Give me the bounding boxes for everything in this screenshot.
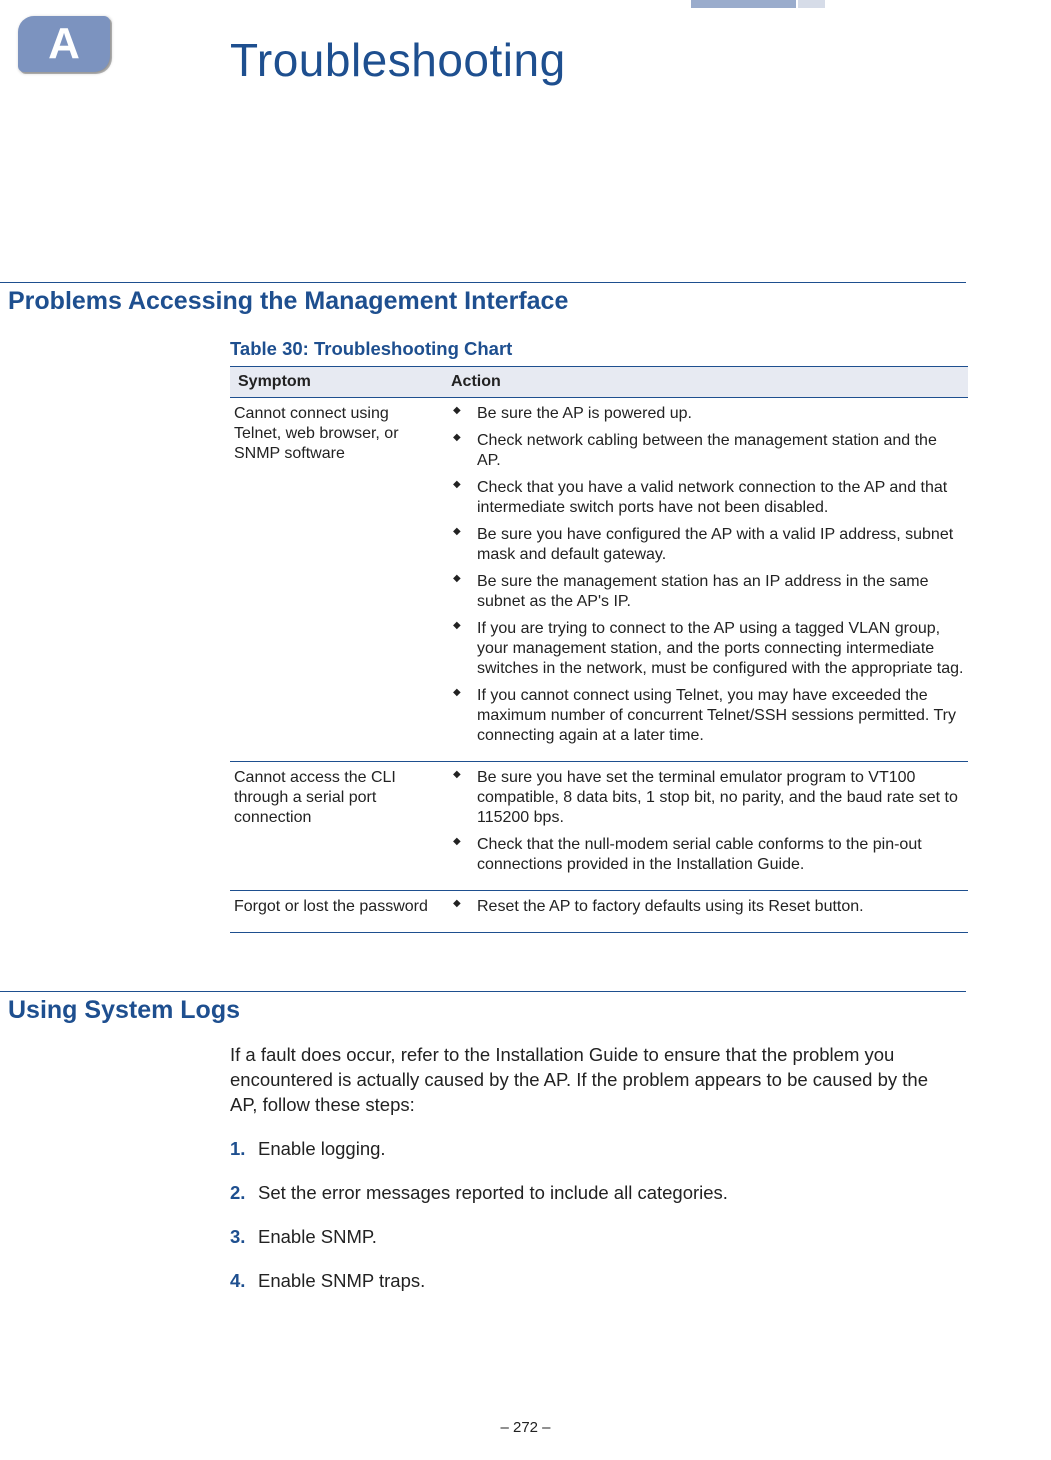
action-item: Be sure you have configured the AP with …: [447, 525, 964, 565]
symptom-cell: Cannot access the CLI through a serial p…: [230, 762, 443, 891]
action-item: Be sure you have set the terminal emulat…: [447, 768, 964, 828]
action-cell: Reset the AP to factory defaults using i…: [443, 891, 968, 933]
section-heading: Problems Accessing the Management Interf…: [8, 287, 966, 316]
action-item: Check network cabling between the manage…: [447, 431, 964, 471]
section-divider: [0, 282, 966, 283]
page-footer: – 272 –: [0, 1419, 1051, 1436]
body-column: If a fault does occur, refer to the Inst…: [230, 1043, 950, 1292]
action-cell: Be sure the AP is powered up. Check netw…: [443, 398, 968, 762]
action-item: If you cannot connect using Telnet, you …: [447, 686, 964, 746]
table-row: Cannot access the CLI through a serial p…: [230, 762, 968, 891]
troubleshooting-table: Symptom Action Cannot connect using Teln…: [230, 366, 968, 933]
section-heading: Using System Logs: [8, 996, 966, 1025]
section-divider: [0, 991, 966, 992]
action-item: Check that the null-modem serial cable c…: [447, 835, 964, 875]
step-number: 1.: [230, 1138, 258, 1160]
action-cell: Be sure you have set the terminal emulat…: [443, 762, 968, 891]
symptom-cell: Cannot connect using Telnet, web browser…: [230, 398, 443, 762]
list-item: 2. Set the error messages reported to in…: [230, 1182, 950, 1204]
header-accent-bar-light: [798, 0, 825, 8]
appendix-badge: A: [18, 16, 110, 72]
section-problems-accessing: Problems Accessing the Management Interf…: [0, 282, 966, 933]
action-item: Check that you have a valid network conn…: [447, 478, 964, 518]
step-text: Set the error messages reported to inclu…: [258, 1182, 728, 1204]
action-item: Be sure the management station has an IP…: [447, 572, 964, 612]
table-title: Table 30: Troubleshooting Chart: [230, 338, 966, 360]
table-row: Forgot or lost the password Reset the AP…: [230, 891, 968, 933]
symptom-cell: Forgot or lost the password: [230, 891, 443, 933]
step-number: 4.: [230, 1270, 258, 1292]
table-header-row: Symptom Action: [230, 367, 968, 398]
list-item: 1. Enable logging.: [230, 1138, 950, 1160]
list-item: 3. Enable SNMP.: [230, 1226, 950, 1248]
section-using-system-logs: Using System Logs If a fault does occur,…: [0, 991, 966, 1292]
steps-list: 1. Enable logging. 2. Set the error mess…: [230, 1138, 950, 1292]
action-item: Be sure the AP is powered up.: [447, 404, 964, 424]
action-item: If you are trying to connect to the AP u…: [447, 619, 964, 679]
header-accent-bar: [691, 0, 796, 8]
step-number: 3.: [230, 1226, 258, 1248]
list-item: 4. Enable SNMP traps.: [230, 1270, 950, 1292]
page-title: Troubleshooting: [230, 33, 966, 87]
action-item: Reset the AP to factory defaults using i…: [447, 897, 964, 917]
column-header-symptom: Symptom: [230, 367, 443, 398]
column-header-action: Action: [443, 367, 968, 398]
table-row: Cannot connect using Telnet, web browser…: [230, 398, 968, 762]
appendix-letter: A: [48, 19, 80, 69]
page: A Troubleshooting Problems Accessing the…: [0, 0, 1051, 1460]
intro-paragraph: If a fault does occur, refer to the Inst…: [230, 1043, 950, 1118]
step-text: Enable logging.: [258, 1138, 386, 1160]
step-text: Enable SNMP traps.: [258, 1270, 425, 1292]
step-number: 2.: [230, 1182, 258, 1204]
step-text: Enable SNMP.: [258, 1226, 377, 1248]
